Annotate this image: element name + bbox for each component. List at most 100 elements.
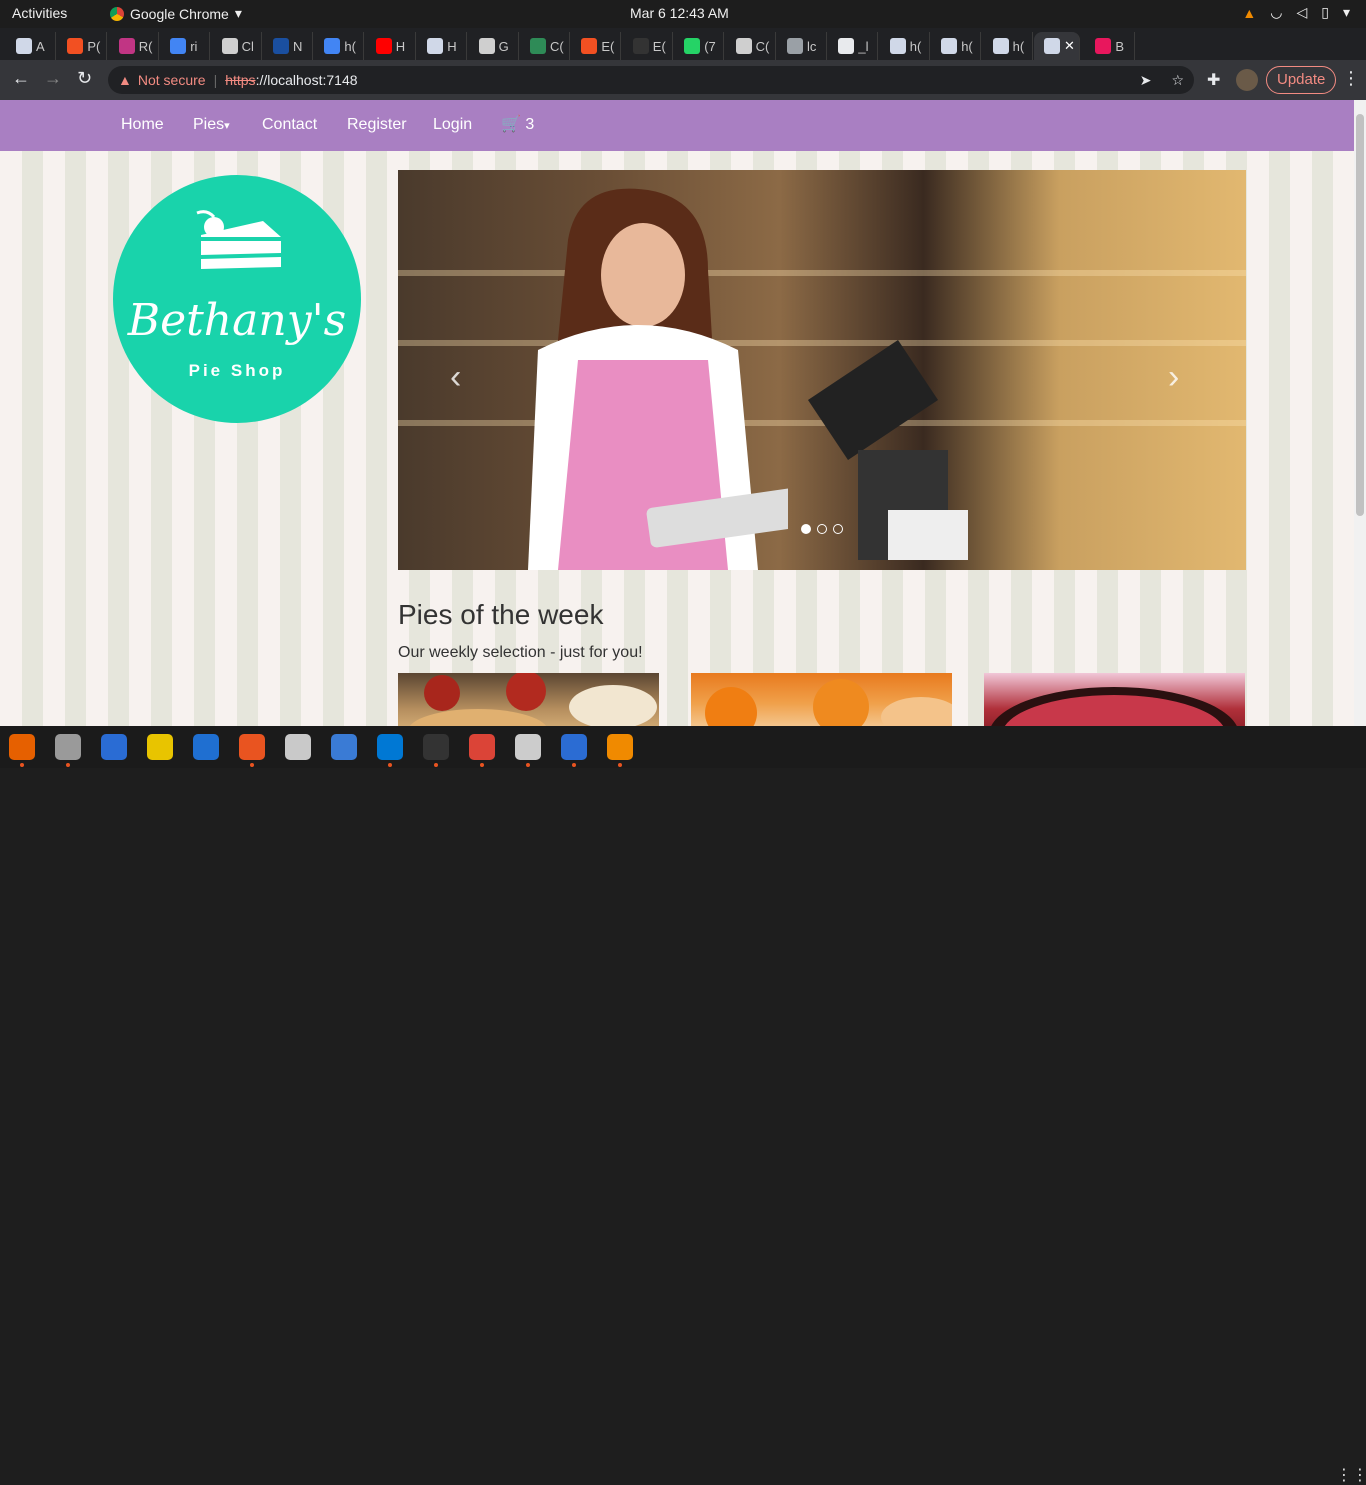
tab-favicon-icon: [787, 38, 803, 54]
help-icon[interactable]: [331, 734, 357, 760]
browser-tab[interactable]: h(: [983, 32, 1033, 60]
impress-icon[interactable]: [285, 734, 311, 760]
tab-label: h(: [961, 38, 973, 54]
thunderbird-icon[interactable]: [101, 734, 127, 760]
rhythmbox-icon[interactable]: [147, 734, 173, 760]
tab-favicon-icon: [838, 38, 855, 54]
extensions-icon[interactable]: ✚: [1207, 70, 1220, 90]
nav-home[interactable]: Home: [121, 116, 164, 134]
browser-tab[interactable]: H: [366, 32, 416, 60]
shop-logo[interactable]: Bethany's Pie Shop: [113, 175, 361, 423]
browser-tab[interactable]: E(: [623, 32, 673, 60]
running-indicator: [618, 763, 622, 767]
terminal-icon[interactable]: [423, 734, 449, 760]
browser-tab[interactable]: R(: [109, 32, 159, 60]
send-icon[interactable]: ➤: [1140, 72, 1152, 89]
tab-favicon-icon: [992, 38, 1009, 54]
nav-pies[interactable]: Pies▾: [193, 116, 230, 134]
browser-tab[interactable]: H: [417, 32, 468, 60]
scrollbar-thumb[interactable]: [1356, 114, 1364, 516]
carousel-next-icon[interactable]: ›: [1168, 358, 1179, 397]
tab-label: (7: [704, 38, 716, 54]
nav-contact[interactable]: Contact: [262, 116, 317, 134]
nav-login[interactable]: Login: [433, 116, 472, 134]
running-indicator: [434, 763, 438, 767]
tab-favicon-icon: [273, 38, 289, 54]
vlc-icon[interactable]: [607, 734, 633, 760]
pie-thumbnail[interactable]: [398, 673, 659, 726]
tab-favicon-icon: [735, 38, 752, 54]
browser-tab[interactable]: h(: [931, 32, 982, 60]
tab-favicon-icon: [632, 38, 649, 54]
logo-name: Bethany's: [127, 295, 347, 346]
hero-carousel[interactable]: ‹ ›: [398, 170, 1246, 570]
carousel-indicator[interactable]: [833, 524, 843, 534]
firefox-icon[interactable]: [9, 734, 35, 760]
pie-thumbnail[interactable]: [691, 673, 952, 726]
tab-label: A: [36, 38, 45, 54]
clock[interactable]: Mar 6 12:43 AM: [630, 5, 729, 21]
address-bar[interactable]: ▲ Not secure | https ://localhost:7148 ➤…: [108, 66, 1194, 94]
carousel-prev-icon[interactable]: ‹: [450, 358, 461, 397]
nav-cart[interactable]: 🛒 3: [501, 114, 534, 134]
browser-tab[interactable]: lc: [777, 32, 827, 60]
tab-favicon-icon: [67, 38, 84, 54]
more-menu-icon[interactable]: ⋮: [1342, 68, 1360, 89]
browser-tab[interactable]: P(: [57, 32, 108, 60]
logo-subtitle: Pie Shop: [188, 361, 286, 380]
browser-tab[interactable]: h(: [314, 32, 365, 60]
tab-favicon-icon: [941, 38, 958, 54]
tab-favicon-icon: [170, 38, 187, 54]
browser-tab[interactable]: _l: [828, 32, 879, 60]
pie-thumbnail[interactable]: [984, 673, 1245, 726]
app-menu[interactable]: Google Chrome ▾: [110, 5, 242, 22]
tab-active[interactable]: ✕: [1034, 32, 1080, 60]
browser-tab[interactable]: A: [6, 32, 56, 60]
carousel-indicators: [801, 524, 843, 534]
notes-icon[interactable]: [561, 734, 587, 760]
tab-favicon-icon: [478, 38, 495, 54]
nav-register[interactable]: Register: [347, 116, 407, 134]
avatar[interactable]: [1236, 69, 1258, 91]
browser-tab[interactable]: ri: [160, 32, 211, 60]
browser-tab[interactable]: B: [1085, 32, 1136, 60]
running-indicator: [388, 763, 392, 767]
files-icon[interactable]: [55, 734, 81, 760]
chevron-down-icon: ▾: [1342, 4, 1350, 20]
browser-tab[interactable]: N: [263, 32, 313, 60]
activities-button[interactable]: Activities: [12, 5, 67, 21]
page-scrollbar[interactable]: [1354, 100, 1366, 726]
reload-icon[interactable]: ↻: [77, 68, 92, 89]
bookmark-star-icon[interactable]: ☆: [1171, 72, 1184, 89]
browser-tab[interactable]: C(: [520, 32, 570, 60]
browser-tab[interactable]: h(: [880, 32, 930, 60]
browser-tab[interactable]: G: [469, 32, 519, 60]
tab-label: C(: [755, 38, 770, 54]
browser-tab[interactable]: Cl: [212, 32, 262, 60]
update-button[interactable]: Update: [1266, 66, 1337, 94]
show-apps-icon[interactable]: ⋮⋮⋮: [1336, 1465, 1366, 1485]
apple-pie-image: [409, 673, 657, 726]
vscode-icon[interactable]: [377, 734, 403, 760]
nav-pies-label: Pies: [193, 116, 225, 133]
url-scheme: https: [225, 72, 256, 88]
forward-icon[interactable]: →: [44, 68, 62, 89]
carousel-indicator[interactable]: [817, 524, 827, 534]
software-icon[interactable]: [239, 734, 265, 760]
system-tray[interactable]: ▲ ◡ ◁ ▯ ▾: [1242, 4, 1350, 21]
browser-tab[interactable]: E(: [571, 32, 622, 60]
carousel-indicator[interactable]: [801, 524, 811, 534]
browser-tab[interactable]: (7: [674, 32, 725, 60]
warning-icon: ▲: [118, 72, 132, 88]
writer-icon[interactable]: [193, 734, 219, 760]
text-editor-icon[interactable]: [515, 734, 541, 760]
tab-favicon-icon: [221, 38, 238, 54]
tab-favicon-icon: [530, 38, 546, 54]
chrome-icon[interactable]: [469, 734, 495, 760]
back-icon[interactable]: ←: [12, 68, 30, 89]
running-indicator: [526, 763, 530, 767]
browser-tab[interactable]: C(: [726, 32, 776, 60]
tab-label: N: [293, 38, 303, 54]
volume-icon: ◁: [1296, 4, 1308, 20]
security-label[interactable]: Not secure: [138, 72, 206, 88]
